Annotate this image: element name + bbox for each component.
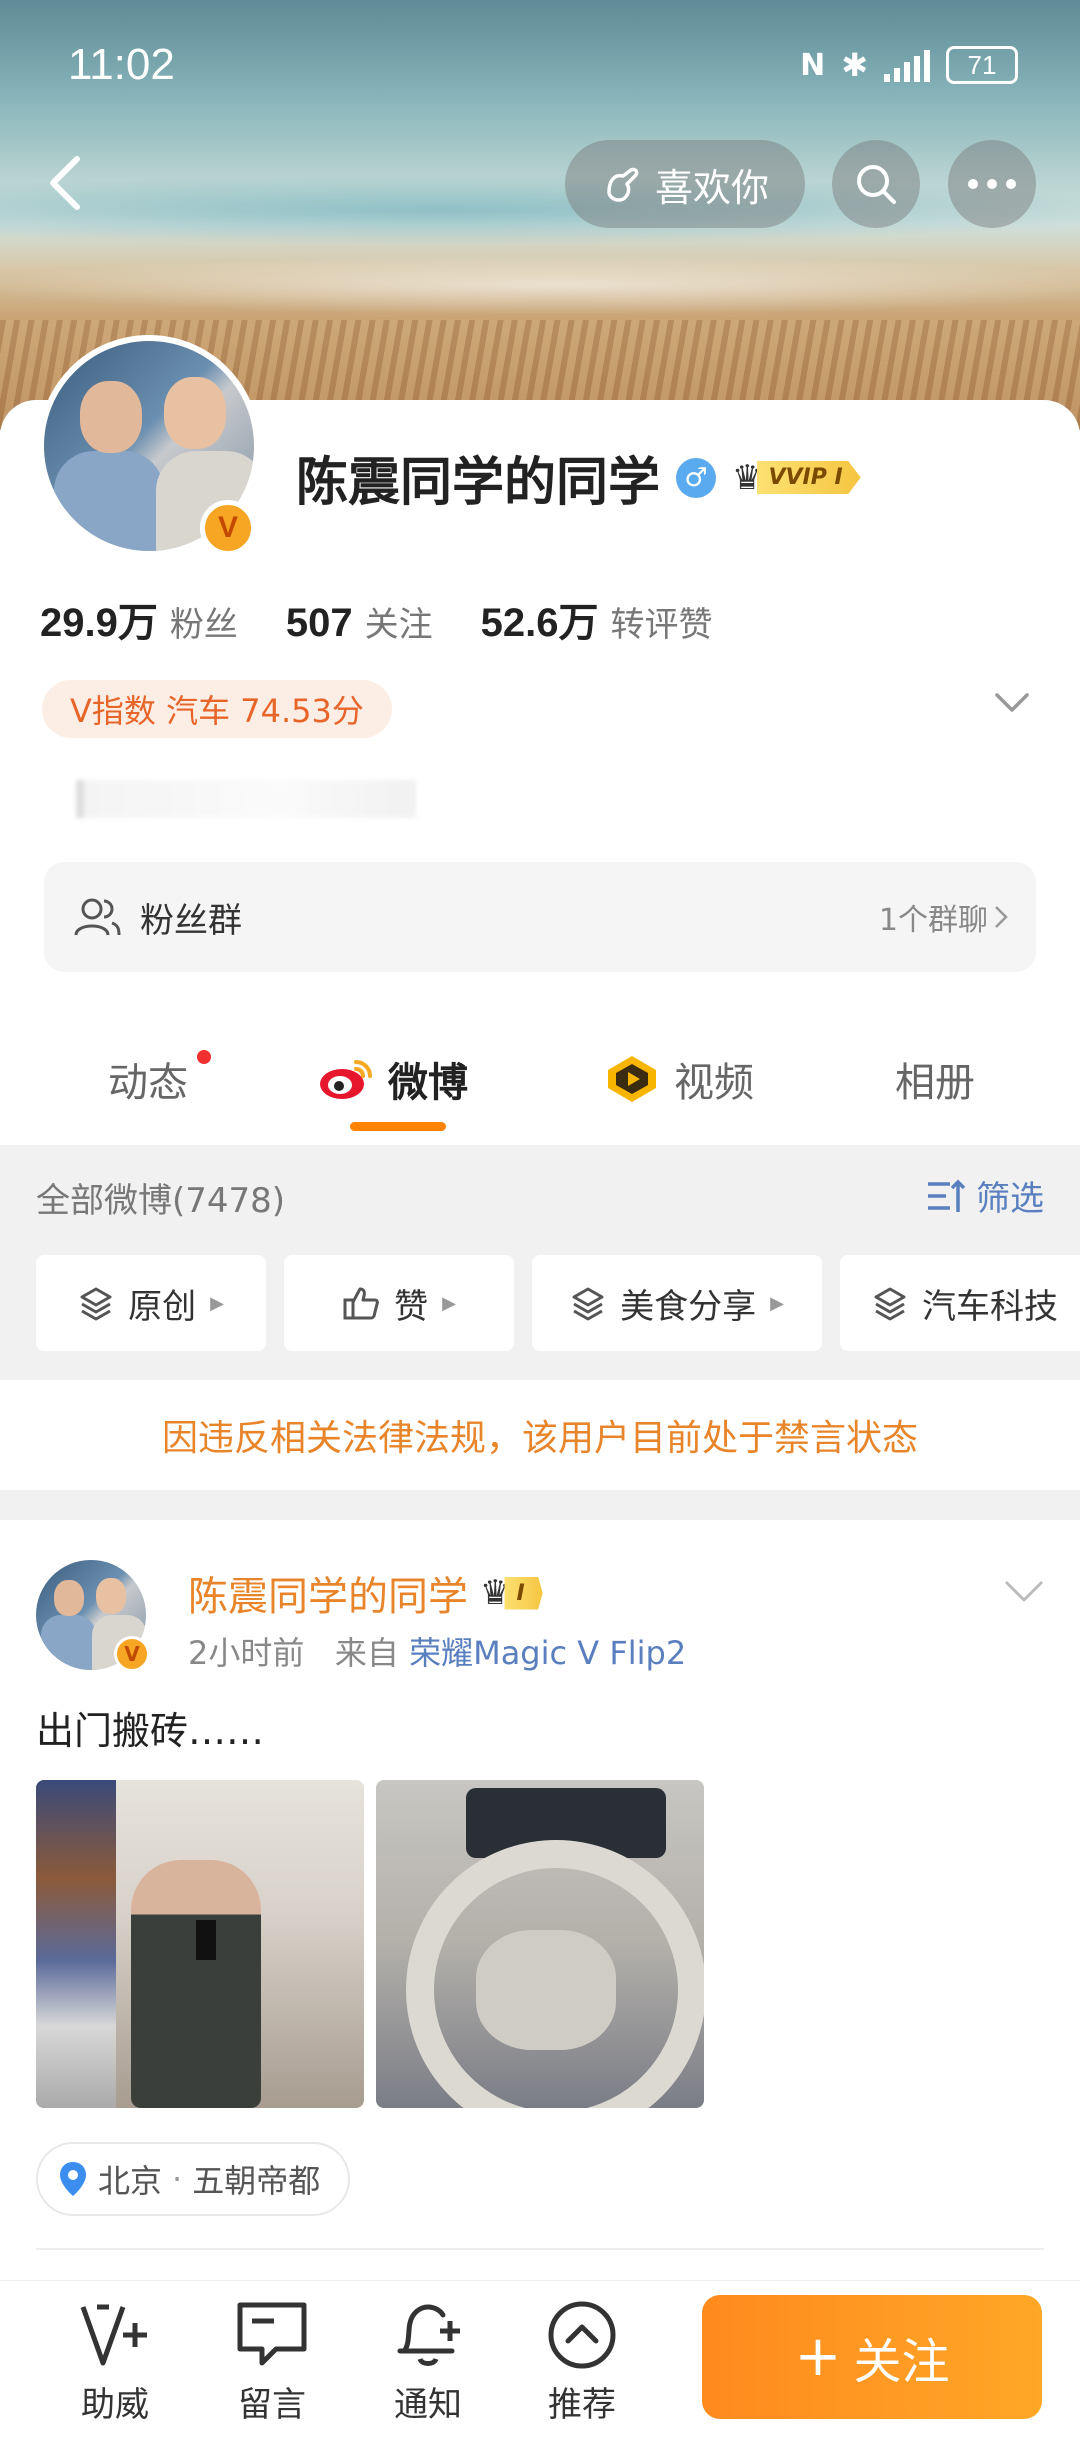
vip-badge[interactable]: ♛ VVIP I: [732, 458, 861, 498]
ban-notice: 因违反相关法律法规，该用户目前处于禁言状态: [0, 1380, 1080, 1490]
back-button[interactable]: [30, 148, 100, 218]
filter-chips: 原创 ▶ 赞 ▶ 美食分享 ▶ 汽车科技: [36, 1255, 1080, 1351]
back-arrow-icon: [50, 156, 80, 210]
search-button[interactable]: [832, 140, 920, 228]
like-you-label: 喜欢你: [654, 165, 769, 210]
profile-stats: 29.9万 粉丝 507 关注 52.6万 转评赞: [40, 590, 712, 648]
notify-button[interactable]: 通知: [368, 2299, 488, 2426]
message-button[interactable]: 留言: [212, 2299, 332, 2426]
filter-button[interactable]: 筛选: [926, 1171, 1044, 1220]
post-image-selfie[interactable]: [36, 1780, 364, 2108]
v-index-badge[interactable]: V指数 汽车 74.53分: [42, 680, 392, 738]
blurred-bio: [76, 780, 416, 818]
weibo-filter-area: 全部微博(7478) 筛选 原创 ▶ 赞 ▶ 美食分享 ▶ 汽车科技: [0, 1145, 1080, 1380]
post-from: 来自: [334, 1634, 399, 1672]
fans-group-count: 1个群聊: [879, 895, 1008, 939]
location-tag[interactable]: 北京 · 五朝帝都: [36, 2142, 351, 2216]
bluetooth-icon: ✱: [841, 46, 868, 84]
post-vip-badge: ♛ I: [480, 1573, 543, 1613]
location-place: 五朝帝都: [192, 2162, 321, 2200]
bottom-action-bar: 助威 留言 通知 推荐 + 关注: [0, 2280, 1080, 2437]
weibo-logo-icon: [320, 1060, 372, 1099]
post-time: 2小时前: [188, 1634, 305, 1672]
recommend-button[interactable]: 推荐: [522, 2299, 642, 2426]
stat-followers[interactable]: 29.9万 粉丝: [40, 590, 238, 648]
layers-icon: [80, 1287, 112, 1321]
battery-icon: 71: [946, 46, 1018, 84]
tab-video[interactable]: 视频: [604, 1050, 754, 1108]
profile-card: V 陈震同学的同学 ♂ ♛ VVIP I 29.9万 粉丝 507 关注 52.6万…: [0, 335, 1080, 1020]
video-play-icon: [608, 1056, 656, 1102]
layers-icon: [572, 1287, 604, 1321]
thumbs-up-icon: [343, 1287, 379, 1320]
chip-food[interactable]: 美食分享 ▶: [532, 1255, 822, 1351]
chevron-right-icon: [995, 906, 1008, 928]
tab-album[interactable]: 相册: [895, 1050, 975, 1108]
post-image-steering-wheel[interactable]: [376, 1780, 704, 2108]
top-nav: 喜欢你: [0, 140, 1080, 230]
follow-button[interactable]: + 关注: [702, 2295, 1042, 2419]
post-author-row: 陈震同学的同学 ♛ I: [188, 1564, 543, 1622]
signal-icon: [884, 48, 930, 82]
plus-icon: +: [794, 2324, 842, 2389]
profile-name: 陈震同学的同学: [296, 453, 661, 513]
group-people-icon: [74, 898, 121, 936]
triangle-right-icon: ▶: [442, 1292, 456, 1314]
v-plus-icon: [80, 2304, 147, 2366]
post-device[interactable]: 荣耀Magic V Flip2: [409, 1634, 686, 1672]
status-icons: N ✱ 71: [800, 46, 1018, 84]
post-vip-level: I: [504, 1576, 543, 1610]
filter-sort-icon: [928, 1179, 966, 1212]
fans-group-label: 粉丝群: [140, 900, 242, 941]
post-author-name[interactable]: 陈震同学的同学: [188, 1564, 468, 1622]
status-bar: 11:02 N ✱ 71: [0, 0, 1080, 130]
more-button[interactable]: [948, 140, 1036, 228]
chevron-down-icon: [995, 693, 1029, 712]
post-meta: 2小时前 来自 荣耀Magic V Flip2: [188, 1628, 686, 1674]
location-pin-icon: [60, 2162, 86, 2196]
active-tab-indicator: [350, 1122, 446, 1131]
post-divider: [36, 2248, 1044, 2250]
nfc-icon: N: [800, 47, 826, 83]
chip-liked[interactable]: 赞 ▶: [284, 1255, 514, 1351]
name-row: 陈震同学的同学 ♂ ♛ VVIP I: [296, 440, 861, 515]
tab-weibo[interactable]: 微博: [318, 1050, 468, 1108]
chat-bubble-icon: [237, 2302, 307, 2366]
like-you-button[interactable]: 喜欢你: [565, 140, 805, 228]
section-divider: [0, 1490, 1080, 1520]
layers-icon: [874, 1287, 906, 1321]
weibo-post[interactable]: V 陈震同学的同学 ♛ I 2小时前 来自 荣耀Magic V Flip2 出门…: [0, 1520, 1080, 2280]
more-dots-icon: [968, 179, 1016, 189]
triangle-right-icon: ▶: [770, 1292, 784, 1314]
triangle-right-icon: ▶: [210, 1292, 224, 1314]
search-icon: [857, 165, 896, 204]
expand-bio-button[interactable]: [994, 692, 1030, 718]
verified-v-icon: V: [114, 1636, 150, 1672]
unread-dot: [197, 1050, 211, 1064]
chevron-up-circle-icon: [548, 2301, 616, 2369]
profile-tabs: 动态 微博 视频 相册: [0, 1010, 1080, 1145]
location-city: 北京: [98, 2162, 163, 2200]
chip-original[interactable]: 原创 ▶: [36, 1255, 266, 1351]
fans-group-row[interactable]: 粉丝群 1个群聊: [44, 862, 1036, 972]
vip-level: VVIP I: [756, 461, 861, 494]
cheer-button[interactable]: 助威: [55, 2299, 175, 2426]
verified-v-icon: V: [200, 500, 256, 556]
stat-following[interactable]: 507 关注: [286, 597, 433, 646]
hand-heart-icon: [607, 167, 639, 202]
male-gender-icon: ♂: [676, 457, 717, 498]
tab-activity[interactable]: 动态: [108, 1050, 188, 1108]
all-weibo-count: 全部微博(7478): [36, 1181, 286, 1221]
status-time: 11:02: [68, 40, 175, 89]
post-text: 出门搬砖……: [36, 1709, 265, 1753]
post-options-button[interactable]: [1004, 1580, 1044, 1608]
bell-plus-icon: [397, 2304, 460, 2366]
stat-interactions[interactable]: 52.6万 转评赞: [481, 590, 713, 648]
chip-auto-tech[interactable]: 汽车科技: [840, 1255, 1080, 1351]
chevron-down-icon: [1005, 1581, 1043, 1602]
